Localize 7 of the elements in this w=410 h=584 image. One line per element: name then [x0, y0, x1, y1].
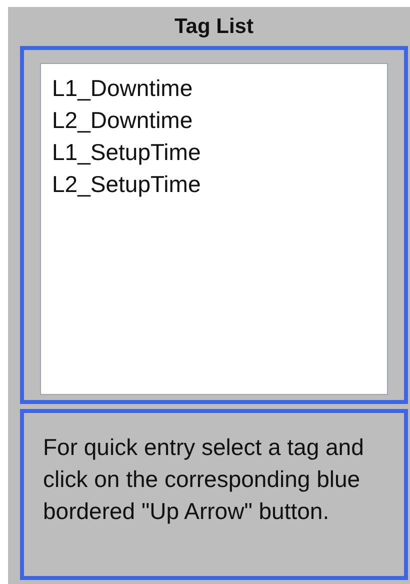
list-item[interactable]: L1_Downtime — [52, 72, 193, 104]
tag-listbox[interactable]: L1_Downtime L2_Downtime L1_SetupTime L2_SetupTime — [40, 63, 388, 395]
list-item[interactable]: L2_SetupTime — [52, 168, 201, 200]
hint-text: For quick entry select a tag and click on the corresponding blue bordered "Up Arrow" button. — [43, 433, 365, 526]
panel-title: Tag List — [174, 14, 254, 40]
list-item[interactable]: L1_SetupTime — [52, 136, 201, 168]
list-item[interactable]: L2_Downtime — [52, 104, 193, 136]
